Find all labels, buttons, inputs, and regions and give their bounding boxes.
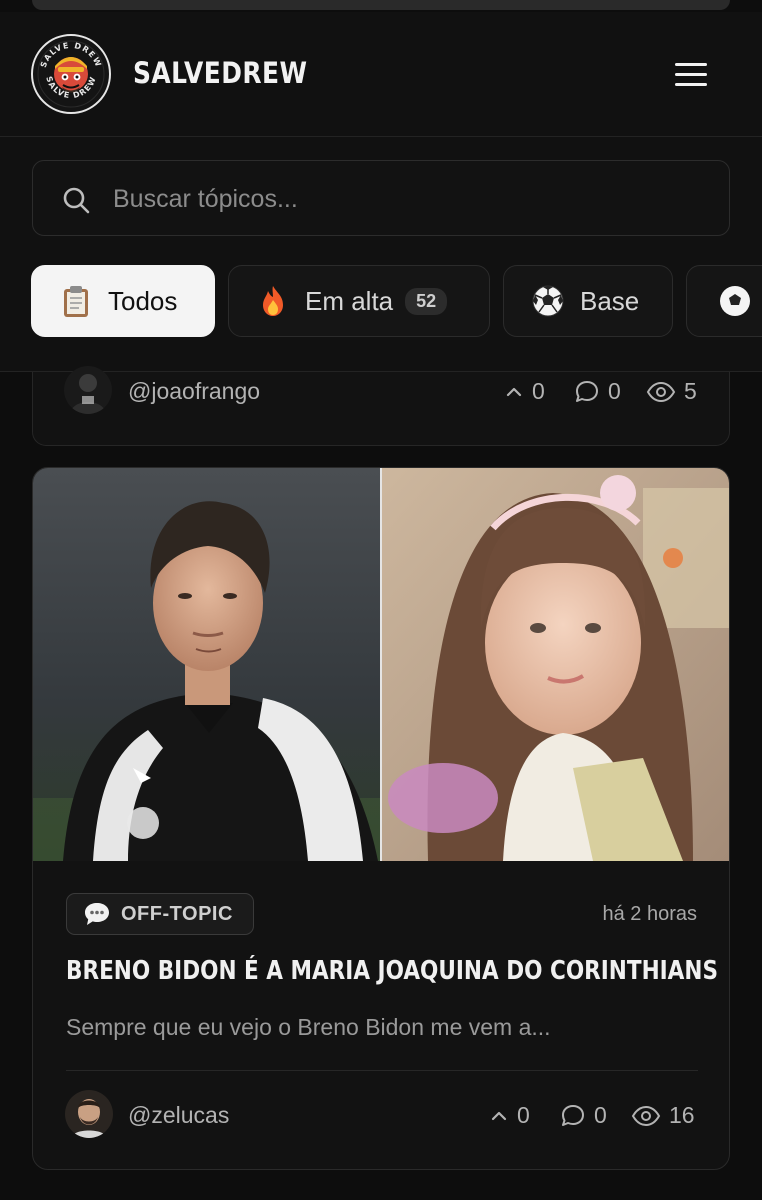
search-input[interactable] (111, 161, 715, 237)
logo[interactable]: SALVE DREW SALVE DREW (31, 34, 111, 114)
post-excerpt: Sempre que eu vejo o Breno Bidon me vem … (66, 1014, 551, 1040)
search-box[interactable] (32, 160, 730, 237)
avatar[interactable] (65, 1090, 113, 1138)
menu-bar (675, 73, 707, 76)
avatar-image (64, 366, 112, 414)
fire-icon (263, 286, 283, 316)
soccer-ball-icon (720, 286, 750, 316)
upvote-value: 0 (532, 378, 545, 404)
comment-icon (562, 1104, 584, 1126)
post-card[interactable]: OFF-TOPIC há 2 horas BRENO BIDON É A MAR… (32, 467, 730, 1170)
previous-card-edge (0, 0, 762, 12)
filter-chip-partial[interactable] (686, 265, 762, 337)
filter-chip-label: Todos (108, 285, 178, 316)
filter-chips: Todos Em alta 52 Base (0, 265, 762, 339)
view-count: 16 (631, 1102, 695, 1129)
category-label: OFF-TOPIC (121, 902, 233, 925)
search-icon (63, 187, 90, 214)
filter-chip-base[interactable]: Base (503, 265, 673, 337)
view-value: 16 (669, 1102, 695, 1128)
comment-value: 0 (594, 1102, 607, 1128)
comment-count[interactable]: 0 (574, 378, 621, 405)
post-title[interactable]: BRENO BIDON É A MARIA JOAQUINA DO CORINT… (66, 956, 718, 986)
comment-icon (576, 380, 598, 402)
post-time: há 2 horas (602, 903, 697, 925)
upvote-value: 0 (517, 1102, 530, 1128)
post-cover-image[interactable] (33, 468, 730, 861)
clipboard-icon (64, 286, 88, 317)
post-author[interactable]: @joaofrango (128, 378, 260, 405)
eye-icon (631, 1105, 661, 1126)
filter-chip-todos[interactable]: Todos (31, 265, 215, 337)
menu-bar (675, 63, 707, 66)
speech-bubble-icon (85, 903, 109, 925)
upvote-count[interactable]: 0 (504, 378, 545, 405)
view-value: 5 (684, 378, 697, 404)
soccer-ball-icon (532, 285, 564, 317)
previous-card-image-edge (32, 0, 730, 10)
comment-value: 0 (608, 378, 621, 404)
filter-chip-em-alta[interactable]: Em alta 52 (228, 265, 490, 337)
trending-count-badge: 52 (405, 287, 448, 315)
menu-bar (675, 83, 707, 86)
comment-count[interactable]: 0 (560, 1102, 607, 1129)
post-card[interactable]: @joaofrango 0 0 5 (32, 366, 730, 446)
search-and-filters: Todos Em alta 52 Base (0, 137, 762, 372)
post-author[interactable]: @zelucas (128, 1102, 229, 1129)
filter-chip-label: Em alta (305, 285, 394, 316)
category-badge[interactable]: OFF-TOPIC (66, 893, 254, 935)
app-header: SALVE DREW SALVE DREW SALVEDREW (0, 12, 762, 137)
divider (66, 1070, 698, 1071)
chevron-up-icon (491, 1111, 507, 1120)
upvote-count[interactable]: 0 (489, 1102, 530, 1129)
view-count: 5 (646, 378, 697, 405)
filter-chip-label: Base (580, 285, 640, 316)
brand-name[interactable]: SALVEDREW (133, 56, 307, 90)
avatar-image (65, 1090, 113, 1138)
avatar[interactable] (64, 366, 112, 414)
hamburger-menu-button[interactable] (670, 58, 712, 90)
eye-icon (646, 381, 676, 402)
logo-mascot-icon: SALVE DREW SALVE DREW (37, 40, 105, 108)
chevron-up-icon (506, 387, 522, 396)
